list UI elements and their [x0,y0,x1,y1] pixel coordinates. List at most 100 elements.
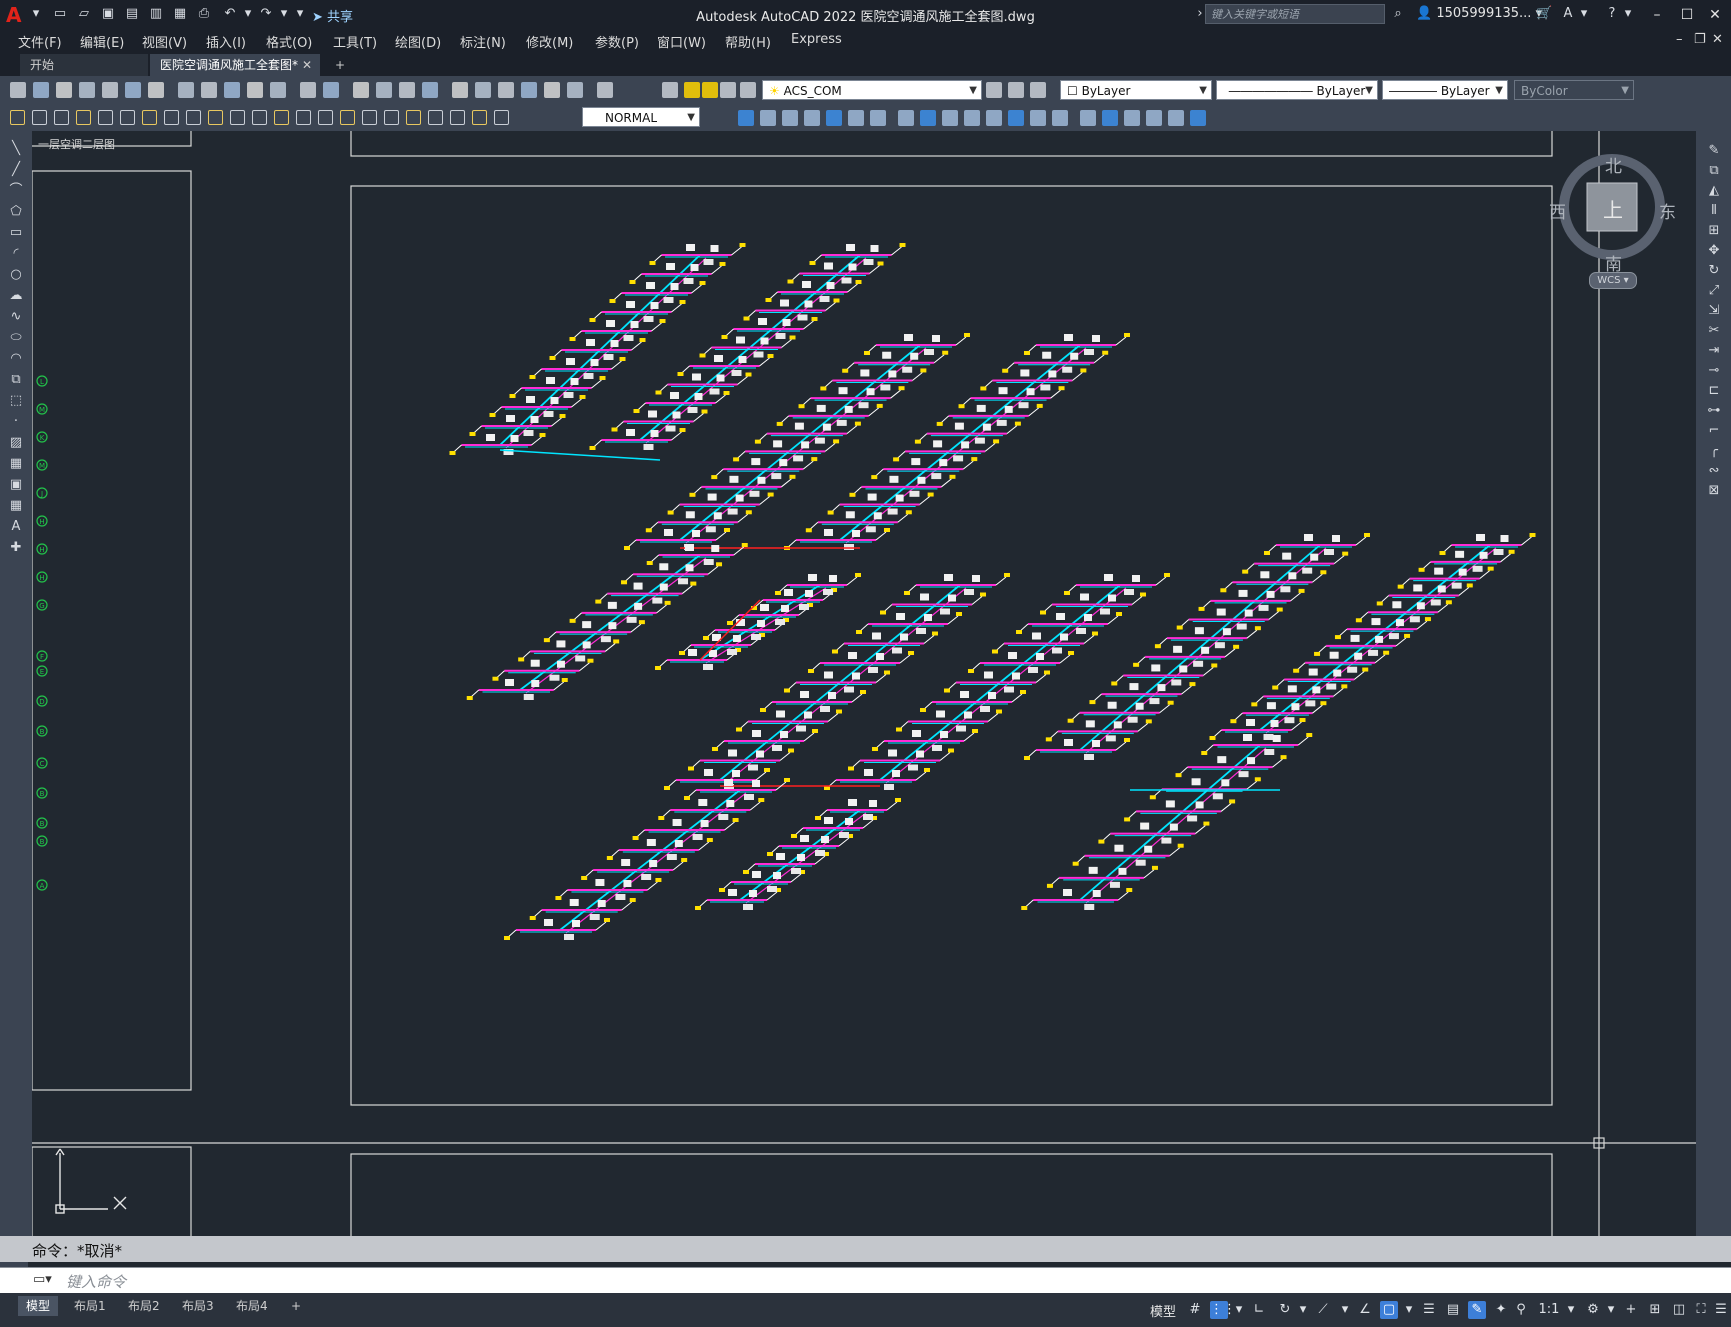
break-icon[interactable]: ⊏ [1706,383,1722,399]
dimension-tool-16-icon[interactable] [340,110,355,125]
isolate-objects-icon[interactable]: ◫ [1670,1301,1688,1319]
add-selected-icon[interactable]: ✚ [8,540,24,556]
zoom-realtime-icon[interactable] [376,82,392,98]
modify-tool-11-icon[interactable] [964,110,980,126]
autoscale-icon[interactable]: ⚲ [1512,1301,1530,1319]
chamfer-icon[interactable]: ⌐ [1706,423,1722,439]
modify-tool-14-icon[interactable] [1030,110,1046,126]
layer-state-icon[interactable] [1030,82,1046,98]
polar-icon[interactable]: ↻ [1276,1301,1294,1319]
modify-tool-19-icon[interactable] [1146,110,1162,126]
blend-curves-icon[interactable]: ∾ [1706,463,1722,479]
search-input[interactable]: 键入关键字或短语 [1205,4,1385,24]
modify-tool-18-icon[interactable] [1124,110,1140,126]
object-snap-tracking-icon[interactable]: ∠ [1356,1301,1374,1319]
dimension-tool-14-icon[interactable] [296,110,311,125]
compass-north[interactable]: 北 [1605,152,1622,177]
text-style-combo[interactable]: NORMAL ▼ [582,107,700,127]
modify-tool-8-icon[interactable] [898,110,914,126]
dimension-tool-3-icon[interactable] [54,110,69,125]
tab-start[interactable]: 开始 [20,54,148,76]
menu-view[interactable]: 视图(V) [142,32,187,51]
zoom-previous-icon[interactable] [422,82,438,98]
transparency-icon[interactable]: ▤ [1444,1301,1462,1319]
doc-close-button[interactable]: ✕ [1712,32,1723,47]
drawing-canvas[interactable]: 一层空调二层图 L M K M J H H H G FE D B C B B B A 北 南 东 西 上 WCS… [32,131,1696,1236]
gradient-icon[interactable]: ▦ [8,456,24,472]
dimension-tool-9-icon[interactable] [186,110,201,125]
modify-tool-7-icon[interactable] [870,110,886,126]
cart-icon[interactable]: 🛒 [1536,6,1552,22]
rotate-icon[interactable]: ↻ [1706,263,1722,279]
polar-dropdown-icon[interactable]: ▾ [1294,1301,1312,1319]
menu-draw[interactable]: 绘图(D) [395,32,441,51]
calculator-icon[interactable] [567,82,583,98]
hatch-icon[interactable]: ▨ [8,435,24,451]
fillet-icon[interactable]: ╭ [1706,443,1722,459]
modify-tool-12-icon[interactable] [986,110,1002,126]
ortho-icon[interactable]: ∟ [1250,1301,1268,1319]
menu-modify[interactable]: 修改(M) [526,32,573,51]
menu-file[interactable]: 文件(F) [18,32,62,51]
layout-tab-4[interactable]: 布局4 [228,1296,276,1316]
construction-line-icon[interactable]: ╱ [8,162,24,178]
selection-cycling-icon[interactable]: ✎ [1468,1301,1486,1319]
explode-icon[interactable]: ⊠ [1706,483,1722,499]
modify-tool-17-icon[interactable] [1102,110,1118,126]
modify-tool-16-icon[interactable] [1080,110,1096,126]
autodesk-app-icon[interactable]: A [1560,6,1576,22]
move-icon[interactable]: ✥ [1706,243,1722,259]
save-icon[interactable] [56,82,72,98]
zoom-window-icon[interactable] [399,82,415,98]
autodesk-dropdown-icon[interactable]: ▾ [1576,6,1592,22]
modify-tool-9-icon[interactable] [920,110,936,126]
layer-freeze-icon[interactable] [702,82,718,98]
scale-dropdown-icon[interactable]: ▾ [1562,1301,1580,1319]
table-icon[interactable]: ▦ [8,498,24,514]
modify-tool-21-icon[interactable] [1190,110,1206,126]
dimension-tool-6-icon[interactable] [120,110,135,125]
offset-icon[interactable]: ⫴ [1706,203,1722,219]
design-center-icon[interactable] [475,82,491,98]
compass-west[interactable]: 西 [1549,198,1566,223]
dimension-tool-19-icon[interactable] [406,110,421,125]
fullscreen-icon[interactable]: ⛶ [1692,1301,1710,1319]
command-input[interactable]: ▭▾ 键入命令 [0,1267,1731,1294]
scale-icon[interactable]: ⤢ [1706,283,1722,299]
snap-dropdown-icon[interactable]: ▾ [1230,1301,1248,1319]
circle-icon[interactable]: ○ [8,267,24,283]
ellipse-icon[interactable]: ⬭ [8,330,24,346]
make-current-icon[interactable] [986,82,1002,98]
isodraft-icon[interactable]: ⟋ [1314,1301,1332,1319]
redo-icon[interactable] [323,82,339,98]
dimension-tool-4-icon[interactable] [76,110,91,125]
cut-icon[interactable] [178,82,194,98]
region-icon[interactable]: ▣ [8,477,24,493]
menu-parametric[interactable]: 参数(P) [595,32,639,51]
modify-tool-10-icon[interactable] [942,110,958,126]
dimension-tool-13-icon[interactable] [274,110,289,125]
block-editor-icon[interactable] [270,82,286,98]
spline-icon[interactable]: ∿ [8,309,24,325]
insert-block-icon[interactable]: ⧉ [8,372,24,388]
dimension-tool-17-icon[interactable] [362,110,377,125]
layer-previous-icon[interactable] [1008,82,1024,98]
compass-east[interactable]: 东 [1659,198,1676,223]
tab-active-drawing[interactable]: 医院空调通风施工全套图* ✕ [150,54,320,76]
workspace-dropdown-icon[interactable]: ▾ [1602,1301,1620,1319]
plotstyle-combo[interactable]: ByColor ▼ [1514,80,1634,100]
match-properties-icon[interactable] [247,82,263,98]
new-tab-button[interactable]: + [330,54,352,76]
object-snap-icon[interactable]: ▢ [1380,1301,1398,1319]
make-block-icon[interactable]: ⬚ [8,393,24,409]
layer-properties-icon[interactable] [662,82,678,98]
undo-icon[interactable] [300,82,316,98]
copy-icon[interactable]: ⧉ [1706,163,1722,179]
sheet-set-icon[interactable] [521,82,537,98]
linetype-combo[interactable]: ――――――― ByLayer ▼ [1216,80,1378,100]
arc-icon[interactable]: ◜ [8,246,24,262]
workspace-gear-icon[interactable]: ⚙ [1584,1301,1602,1319]
dimension-tool-2-icon[interactable] [32,110,47,125]
help-dropdown-icon[interactable]: ▾ [1620,6,1636,22]
dimension-tool-23-icon[interactable] [494,110,509,125]
